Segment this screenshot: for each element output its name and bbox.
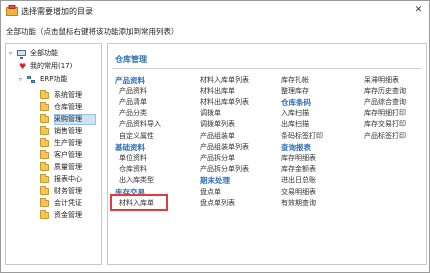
function-link[interactable]: 产品组装单列表 <box>200 142 249 153</box>
tree-item-label: 资金管理 <box>54 211 82 219</box>
tree-item[interactable]: 质量管理 <box>40 162 96 173</box>
function-link[interactable]: 有效期查询 <box>281 198 316 209</box>
function-link[interactable]: 材料出库单列表 <box>200 97 249 108</box>
folder-icon <box>40 174 49 183</box>
tree-item-label: 采购管理 <box>54 115 82 123</box>
tree-item-label: 财务管理 <box>54 187 82 195</box>
folder-icon <box>40 114 49 123</box>
function-panel: 仓库管理 产品资料 产品资料 产品清单 产品分类 产品资料导入 自定义属性 基础资料 单位资料… <box>107 43 427 265</box>
function-link[interactable]: 进出日总账 <box>281 175 316 186</box>
tree-item-label: 仓库管理 <box>54 103 82 111</box>
tree-item[interactable]: 资金管理 <box>40 210 96 221</box>
folder-icon <box>40 198 49 207</box>
function-link[interactable]: 盘点单列表 <box>200 198 235 209</box>
dialog-window: 选择需要增加的目录 ✕ 全部功能（点击鼠标右键将该功能添加到常用列表） ▿ 全部功… <box>0 0 430 273</box>
instruction-text: 全部功能（点击鼠标右键将该功能添加到常用列表） <box>6 27 179 36</box>
section-heading: 仓库条码 <box>281 97 311 107</box>
folder-icon <box>40 138 49 147</box>
tree-item[interactable]: 客户管理 <box>40 150 96 161</box>
highlight-box <box>110 194 168 212</box>
section-heading: 查询报表 <box>281 142 311 152</box>
function-link[interactable]: 库存金额表 <box>281 164 316 175</box>
tree-item-label: 客户管理 <box>54 151 82 159</box>
function-link[interactable]: 产品资料导入 <box>119 119 161 130</box>
function-link[interactable]: 出库扫描 <box>281 119 309 130</box>
function-link[interactable]: 产品分类 <box>119 108 147 119</box>
tree-node-label: 全部功能 <box>30 49 58 57</box>
close-button[interactable]: ✕ <box>412 4 425 17</box>
tree-item-label: 生产管理 <box>54 139 82 147</box>
folder-icon <box>40 162 49 171</box>
tree-item-label: 销售管理 <box>54 127 82 135</box>
function-link[interactable]: 材料入库单列表 <box>200 75 249 86</box>
tree-item-label: 质量管理 <box>54 163 82 171</box>
tree-item-label: 会计凭证 <box>54 199 82 207</box>
folder-icon <box>40 210 49 219</box>
network-icon <box>27 76 36 83</box>
collapse-toggle-icon[interactable]: ▿ <box>19 74 25 85</box>
panel-title: 仓库管理 <box>115 55 147 64</box>
section-heading: 基础资料 <box>115 142 145 152</box>
tree-item[interactable]: 采购管理 <box>40 114 96 125</box>
function-link[interactable]: 材料出库单 <box>200 86 235 97</box>
function-link[interactable]: 入库扫描 <box>281 108 309 119</box>
window-title: 选择需要增加的目录 <box>21 7 93 16</box>
tree-item[interactable]: 系统管理 <box>40 90 96 101</box>
function-link[interactable]: 仓库资料 <box>119 164 147 175</box>
tree-item-label: 报表中心 <box>54 175 82 183</box>
tree-node-erp[interactable]: ▿ ERP功能 <box>19 74 99 85</box>
function-link[interactable]: 库存交易打印 <box>364 119 406 130</box>
function-link[interactable]: 产品拆分单 <box>200 153 235 164</box>
section-heading: 期末处理 <box>200 176 230 186</box>
tree-item[interactable]: 销售管理 <box>40 126 96 137</box>
tree-item[interactable]: 报表中心 <box>40 174 96 185</box>
function-link[interactable]: 产品资料 <box>119 86 147 97</box>
function-link[interactable]: 产品拆分单列表 <box>200 164 249 175</box>
function-link[interactable]: 整理库存 <box>281 86 309 97</box>
function-link[interactable]: 产品清单 <box>119 97 147 108</box>
function-link[interactable]: 盘点单 <box>200 187 221 198</box>
panel-divider <box>112 68 422 69</box>
title-bar[interactable]: 选择需要增加的目录 ✕ <box>1 1 429 21</box>
tree-item[interactable]: 财务管理 <box>40 186 96 197</box>
function-link[interactable]: 出入库类型 <box>119 175 154 186</box>
tree-item[interactable]: 生产管理 <box>40 138 96 149</box>
tree-item[interactable]: 会计凭证 <box>40 198 96 209</box>
folder-icon <box>40 102 49 111</box>
folder-icon <box>40 150 49 159</box>
function-link[interactable]: 库存明细表 <box>281 153 316 164</box>
function-link[interactable]: 单位资料 <box>119 153 147 164</box>
folder-icon <box>40 90 49 99</box>
function-link[interactable]: 交易明细表 <box>281 187 316 198</box>
computer-icon <box>17 50 26 59</box>
tree-node-favorites[interactable]: ♥ 我的常用(17) <box>19 61 99 72</box>
function-link[interactable]: 库存历史查询 <box>364 86 406 97</box>
section-heading: 产品资料 <box>115 75 145 85</box>
function-link[interactable]: 产品组装单 <box>200 131 235 142</box>
function-link[interactable]: 产品综合查询 <box>364 97 406 108</box>
tree-node-label: ERP功能 <box>40 75 68 83</box>
function-link[interactable]: 产品标签打印 <box>364 131 406 142</box>
heart-icon: ♥ <box>19 62 27 71</box>
function-link[interactable]: 库存扎帐 <box>281 75 309 86</box>
folder-icon <box>40 126 49 135</box>
app-icon <box>6 5 18 16</box>
tree-item[interactable]: 仓库管理 <box>40 102 96 113</box>
function-link[interactable]: 调拨单 <box>200 108 221 119</box>
function-link[interactable]: 调拨单列表 <box>200 119 235 130</box>
function-link[interactable]: 呆滞明细表 <box>364 75 399 86</box>
tree-node-root[interactable]: ▿ 全部功能 <box>9 48 99 59</box>
tree-item-label: 系统管理 <box>54 91 82 99</box>
function-link[interactable]: 库存明细打印 <box>364 108 406 119</box>
folder-icon <box>40 186 49 195</box>
function-link[interactable]: 条码标签打印 <box>281 131 323 142</box>
function-tree[interactable]: ▿ 全部功能 ♥ 我的常用(17) ▿ ERP功能 系统管理 仓库管理 采购管理 销售管理 生产管理… <box>5 43 102 265</box>
collapse-toggle-icon[interactable]: ▿ <box>9 48 15 59</box>
function-link[interactable]: 自定义属性 <box>119 131 154 142</box>
tree-node-label: 我的常用(17) <box>30 62 73 70</box>
